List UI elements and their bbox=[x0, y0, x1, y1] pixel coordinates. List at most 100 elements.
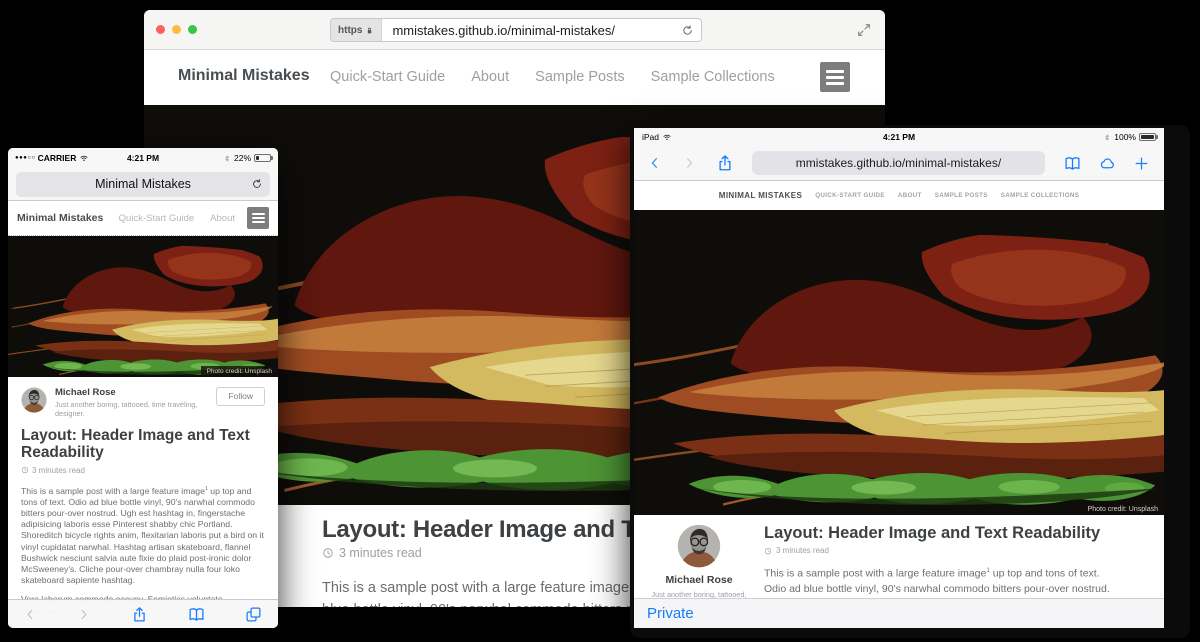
nav-link-sample-collections[interactable]: Sample Collections bbox=[651, 69, 775, 85]
responsive-mockup-stage: https mmistakes.github.io/minimal-mistak… bbox=[0, 0, 1200, 642]
post-content: Michael Rose Just another boring, tattoo… bbox=[634, 515, 1164, 598]
clock-icon bbox=[322, 547, 334, 559]
status-time: 4:21 PM bbox=[883, 132, 915, 142]
tabs-icon[interactable] bbox=[245, 606, 262, 623]
toolbar-right-icons bbox=[1063, 155, 1150, 172]
paragraph-text: This is a sample post with a large featu… bbox=[21, 486, 205, 496]
site-brand-link[interactable]: Minimal Mistakes bbox=[178, 67, 310, 85]
reload-icon[interactable] bbox=[251, 178, 263, 190]
carrier-label: CARRIER bbox=[38, 153, 77, 163]
address-bar[interactable]: mmistakes.github.io/minimal-mistakes/ bbox=[752, 151, 1045, 175]
status-right-group: 100% bbox=[1103, 132, 1156, 142]
post-content: Michael Rose Just another boring, tattoo… bbox=[8, 377, 278, 617]
read-time: 3 minutes read bbox=[32, 466, 85, 475]
read-time: 3 minutes read bbox=[776, 546, 829, 555]
follow-button[interactable]: Follow bbox=[216, 387, 265, 406]
post-title: Layout: Header Image and Text Readabilit… bbox=[21, 427, 265, 462]
address-bar[interactable]: Minimal Mistakes bbox=[16, 172, 270, 197]
wifi-icon bbox=[662, 132, 672, 142]
https-badge: https bbox=[331, 19, 382, 41]
back-icon[interactable] bbox=[648, 155, 662, 171]
close-window-button[interactable] bbox=[156, 25, 165, 34]
browser-title-bar: https mmistakes.github.io/minimal-mistak… bbox=[144, 10, 885, 50]
site-nav: Quick-Start Guide About Sample Posts Sam… bbox=[330, 69, 775, 85]
url-text: mmistakes.github.io/minimal-mistakes/ bbox=[796, 156, 1001, 170]
safari-bottom-toolbar bbox=[8, 599, 278, 628]
iphone-address-bar-area: Minimal Mistakes bbox=[8, 168, 278, 201]
fullscreen-icon[interactable] bbox=[856, 22, 872, 38]
signal-strength-icon: ●●●○○ bbox=[15, 155, 36, 161]
safari-toolbar: mmistakes.github.io/minimal-mistakes/ bbox=[634, 146, 1164, 181]
address-bar[interactable]: https mmistakes.github.io/minimal-mistak… bbox=[330, 18, 702, 42]
minimize-window-button[interactable] bbox=[172, 25, 181, 34]
post-meta: 3 minutes read bbox=[21, 466, 265, 475]
leaves-artwork bbox=[8, 236, 278, 377]
nav-link-sample-collections[interactable]: Sample Collections bbox=[1001, 192, 1080, 199]
battery-icon bbox=[1139, 133, 1156, 141]
bluetooth-icon bbox=[1103, 133, 1111, 142]
ipad-status-bar: iPad 4:21 PM 100% bbox=[634, 128, 1164, 146]
nav-link-quick-start[interactable]: Quick-Start Guide bbox=[815, 192, 885, 199]
post-paragraph: This is a sample post with a large featu… bbox=[764, 563, 1122, 598]
device-label: iPad bbox=[642, 132, 659, 142]
window-controls bbox=[156, 25, 197, 34]
https-label: https bbox=[338, 25, 362, 36]
zoom-window-button[interactable] bbox=[188, 25, 197, 34]
nav-link-about[interactable]: About bbox=[898, 192, 922, 199]
paragraph-text: up top and tons of text. Odio ad blue bo… bbox=[21, 486, 264, 586]
forward-icon[interactable] bbox=[682, 155, 696, 171]
feature-image: Photo credit: Unsplash bbox=[8, 236, 278, 377]
author-avatar bbox=[677, 524, 721, 568]
author-row: Michael Rose Just another boring, tattoo… bbox=[21, 387, 265, 418]
photo-credit: Photo credit: Unsplash bbox=[201, 366, 278, 377]
author-bio: Just another boring, tattooed, time trav… bbox=[649, 590, 749, 598]
ipad-mockup: iPad 4:21 PM 100% mmistakes.github.io/mi… bbox=[630, 125, 1190, 638]
nav-link-about[interactable]: About bbox=[210, 213, 235, 224]
nav-link-sample-posts[interactable]: Sample Posts bbox=[935, 192, 988, 199]
author-name: Michael Rose bbox=[665, 574, 732, 586]
forward-icon[interactable] bbox=[77, 607, 90, 622]
feature-image: Photo credit: Unsplash bbox=[634, 210, 1164, 515]
nav-link-quick-start[interactable]: Quick-Start Guide bbox=[119, 213, 195, 224]
paragraph-text: This is a sample post with a large featu… bbox=[322, 580, 629, 596]
clock-icon bbox=[764, 547, 772, 555]
battery-icon bbox=[254, 154, 271, 162]
nav-link-about[interactable]: About bbox=[471, 69, 509, 85]
private-browsing-bar: Private bbox=[634, 598, 1164, 628]
post-paragraph: This is a sample post with a large featu… bbox=[21, 484, 265, 587]
site-masthead: Minimal Mistakes Quick-Start Guide About… bbox=[634, 181, 1164, 210]
bookmarks-icon[interactable] bbox=[188, 606, 205, 623]
status-right-group: 22% bbox=[223, 153, 271, 163]
private-label[interactable]: Private bbox=[647, 605, 694, 622]
author-avatar bbox=[21, 387, 47, 413]
menu-icon[interactable] bbox=[247, 207, 269, 229]
bookmarks-icon[interactable] bbox=[1063, 155, 1082, 172]
icloud-tabs-icon[interactable] bbox=[1097, 155, 1118, 172]
nav-link-sample-posts[interactable]: Sample Posts bbox=[535, 69, 624, 85]
site-brand-link[interactable]: Minimal Mistakes bbox=[17, 212, 103, 224]
iphone-status-bar: ●●●○○ CARRIER 4:21 PM 22% bbox=[8, 148, 278, 168]
url-text: mmistakes.github.io/minimal-mistakes/ bbox=[392, 23, 681, 38]
site-brand-link[interactable]: Minimal Mistakes bbox=[719, 191, 802, 200]
new-tab-icon[interactable] bbox=[1133, 155, 1150, 172]
page-title: Minimal Mistakes bbox=[95, 177, 191, 191]
site-nav: Quick-Start Guide About bbox=[119, 213, 235, 224]
photo-credit: Photo credit: Unsplash bbox=[1082, 504, 1164, 515]
menu-icon[interactable] bbox=[820, 62, 850, 92]
back-icon[interactable] bbox=[24, 607, 37, 622]
wifi-icon bbox=[79, 153, 89, 163]
share-icon[interactable] bbox=[131, 606, 148, 623]
author-name: Michael Rose bbox=[55, 387, 208, 398]
author-bio: Just another boring, tattooed, time trav… bbox=[55, 400, 208, 418]
battery-percent: 100% bbox=[1114, 132, 1136, 142]
post-main: Layout: Header Image and Text Readabilit… bbox=[764, 524, 1164, 598]
iphone-mockup: ●●●○○ CARRIER 4:21 PM 22% Minimal Mistak… bbox=[8, 148, 278, 628]
ipad-screen: iPad 4:21 PM 100% mmistakes.github.io/mi… bbox=[634, 128, 1164, 628]
paragraph-text: This is a sample post with a large featu… bbox=[764, 568, 986, 580]
nav-link-quick-start[interactable]: Quick-Start Guide bbox=[330, 69, 445, 85]
share-icon[interactable] bbox=[716, 154, 734, 172]
bluetooth-icon bbox=[223, 154, 231, 163]
reload-icon[interactable] bbox=[681, 24, 694, 37]
post-title: Layout: Header Image and Text Readabilit… bbox=[764, 524, 1122, 543]
site-masthead: Minimal Mistakes Quick-Start Guide About… bbox=[144, 50, 885, 105]
